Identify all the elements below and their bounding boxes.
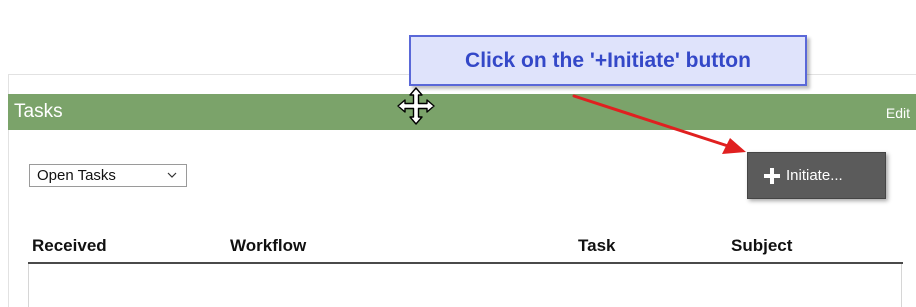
initiate-button[interactable]: Initiate... (747, 152, 886, 199)
pointer-arrow (572, 94, 746, 154)
column-header-task[interactable]: Task (578, 236, 616, 256)
initiate-button-label: Initiate... (786, 167, 843, 184)
column-header-subject[interactable]: Subject (731, 236, 792, 256)
edit-link[interactable]: Edit (886, 105, 910, 121)
column-header-workflow[interactable]: Workflow (230, 236, 306, 256)
plus-icon (764, 168, 780, 184)
panel-title: Tasks (14, 101, 63, 122)
instruction-callout: Click on the '+Initiate' button (409, 35, 807, 86)
column-header-received[interactable]: Received (32, 236, 107, 256)
tasks-header[interactable]: Tasks Edit (8, 94, 916, 130)
task-filter-value: Open Tasks (37, 167, 116, 184)
chevron-down-icon (167, 172, 177, 178)
task-filter-select[interactable]: Open Tasks (29, 164, 187, 187)
move-cursor-icon (397, 87, 435, 125)
tasks-table-body (28, 264, 902, 307)
page: Tasks Edit Click on the '+Initiate' butt… (0, 0, 916, 307)
